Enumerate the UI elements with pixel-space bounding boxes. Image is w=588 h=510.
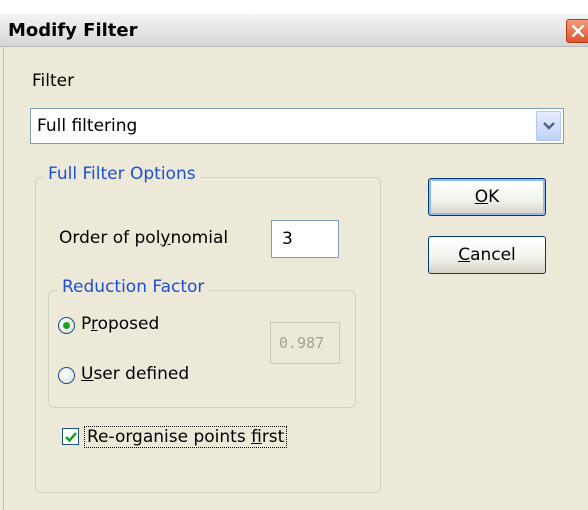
- checkmark-icon: [65, 432, 77, 443]
- chevron-down-icon: [543, 122, 555, 130]
- proposed-radio-label[interactable]: Proposed: [81, 314, 159, 334]
- filter-label: Filter: [32, 71, 75, 91]
- full-filter-options-title: Full Filter Options: [44, 164, 200, 184]
- reduction-factor-input: 0.987: [270, 322, 340, 364]
- dropdown-arrow-button[interactable]: [536, 111, 561, 141]
- ok-button[interactable]: OK: [428, 178, 546, 216]
- reorganise-points-checkbox[interactable]: [62, 428, 79, 445]
- radio-selected-dot: [63, 322, 70, 329]
- reorganise-points-label[interactable]: Re-organise points first: [84, 426, 288, 448]
- window-top-strip: [0, 0, 588, 14]
- cancel-button[interactable]: Cancel: [428, 236, 546, 274]
- modify-filter-dialog: Modify Filter Filter Full filtering Full…: [0, 0, 588, 510]
- reduction-factor-title: Reduction Factor: [58, 277, 209, 297]
- reduction-factor-value: 0.987: [279, 334, 325, 352]
- filter-dropdown-value: Full filtering: [37, 116, 138, 136]
- close-icon: [572, 25, 584, 37]
- order-of-polynomial-value: 3: [282, 229, 293, 249]
- window-left-edge: [0, 47, 4, 510]
- window-title: Modify Filter: [8, 20, 138, 41]
- filter-dropdown[interactable]: Full filtering: [30, 108, 564, 144]
- order-of-polynomial-label: Order of polynomial: [59, 228, 229, 248]
- proposed-radio[interactable]: [58, 317, 75, 334]
- close-button[interactable]: [566, 19, 588, 43]
- order-of-polynomial-input[interactable]: 3: [271, 220, 339, 258]
- user-defined-radio[interactable]: [58, 367, 75, 384]
- user-defined-radio-label[interactable]: User defined: [81, 364, 189, 384]
